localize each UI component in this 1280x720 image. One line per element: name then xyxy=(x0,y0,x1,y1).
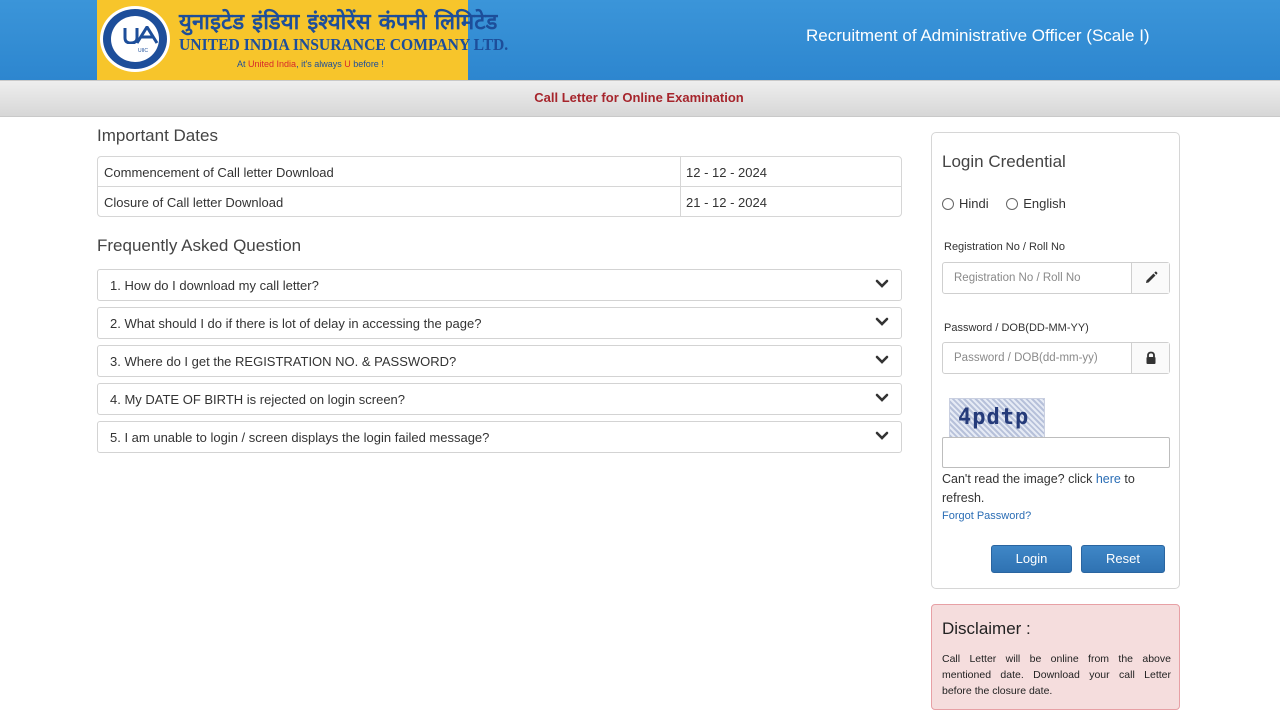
date-label: Commencement of Call letter Download xyxy=(104,165,334,180)
language-label: English xyxy=(1023,196,1066,211)
faq-question: 3. Where do I get the REGISTRATION NO. &… xyxy=(110,354,457,369)
registration-addon xyxy=(1131,263,1169,293)
company-logo[interactable]: UIIC युनाइटेड इंडिया इंश्योरेंस कंपनी लि… xyxy=(97,0,508,80)
table-row: Commencement of Call letter Download 12 … xyxy=(98,157,901,187)
language-option-english[interactable]: English xyxy=(1006,196,1066,211)
subheader-bar: Call Letter for Online Examination xyxy=(0,80,1280,117)
language-label: Hindi xyxy=(959,196,989,211)
important-dates-heading: Important Dates xyxy=(97,126,218,145)
disclaimer-title: Disclaimer : xyxy=(942,619,1031,638)
faq-item[interactable]: 1. How do I download my call letter? xyxy=(97,269,902,301)
date-label: Closure of Call letter Download xyxy=(104,195,284,210)
captcha-image: 4pdtp xyxy=(949,398,1045,438)
disclaimer-box: Disclaimer : Call Letter will be online … xyxy=(931,604,1180,710)
faq-question: 1. How do I download my call letter? xyxy=(110,278,319,293)
company-name-english: UNITED INDIA INSURANCE COMPANY LTD. xyxy=(179,35,509,54)
faq-item[interactable]: 3. Where do I get the REGISTRATION NO. &… xyxy=(97,345,902,377)
company-name-hindi: युनाइटेड इंडिया इंश्योरेंस कंपनी लिमिटेड xyxy=(179,10,498,35)
faq-question: 4. My DATE OF BIRTH is rejected on login… xyxy=(110,392,406,407)
chevron-down-icon[interactable] xyxy=(875,315,889,329)
captcha-refresh-link[interactable]: here xyxy=(1096,472,1121,486)
pencil-icon xyxy=(1146,271,1158,283)
page-title: Recruitment of Administrative Officer (S… xyxy=(806,26,1150,45)
radio-button[interactable] xyxy=(942,198,954,210)
registration-label: Registration No / Roll No xyxy=(944,241,1066,253)
chevron-down-icon[interactable] xyxy=(875,391,889,405)
password-input[interactable] xyxy=(943,343,1132,373)
date-value: 12 - 12 - 2024 xyxy=(686,165,767,180)
faq-item[interactable]: 4. My DATE OF BIRTH is rejected on login… xyxy=(97,383,902,415)
password-label: Password / DOB(DD-MM-YY) xyxy=(944,322,1089,334)
language-selector: Hindi English xyxy=(942,196,1080,211)
subheader-title: Call Letter for Online Examination xyxy=(534,90,744,105)
chevron-down-icon[interactable] xyxy=(875,277,889,291)
captcha-input[interactable] xyxy=(942,437,1170,468)
registration-input[interactable] xyxy=(943,263,1132,293)
faq-item[interactable]: 5. I am unable to login / screen display… xyxy=(97,421,902,453)
captcha-help-text: Can't read the image? click here to refr… xyxy=(942,472,1135,505)
reset-button[interactable]: Reset xyxy=(1081,545,1165,573)
important-dates-table: Commencement of Call letter Download 12 … xyxy=(97,156,902,217)
language-option-hindi[interactable]: Hindi xyxy=(942,196,989,211)
table-row: Closure of Call letter Download 21 - 12 … xyxy=(98,186,901,217)
site-header: UIIC युनाइटेड इंडिया इंश्योरेंस कंपनी लि… xyxy=(0,0,1280,80)
emblem-caption: UIIC xyxy=(138,48,148,54)
faq-question: 5. I am unable to login / screen display… xyxy=(110,430,490,445)
radio-button[interactable] xyxy=(1006,198,1019,210)
company-tagline: At United India, it's always U before ! xyxy=(237,59,384,69)
captcha-text: 4pdtp xyxy=(958,405,1030,430)
login-button[interactable]: Login xyxy=(991,545,1072,573)
uia-monogram-icon xyxy=(123,26,159,44)
column-divider xyxy=(680,157,681,187)
column-divider xyxy=(680,187,681,217)
chevron-down-icon[interactable] xyxy=(875,429,889,443)
disclaimer-body: Call Letter will be online from the abov… xyxy=(942,653,1171,697)
date-value: 21 - 12 - 2024 xyxy=(686,195,767,210)
lock-icon xyxy=(1146,351,1156,364)
faq-item[interactable]: 2. What should I do if there is lot of d… xyxy=(97,307,902,339)
faq-heading: Frequently Asked Question xyxy=(97,236,302,255)
registration-input-group xyxy=(942,262,1170,294)
chevron-down-icon[interactable] xyxy=(875,353,889,367)
password-input-group xyxy=(942,342,1170,374)
faq-question: 2. What should I do if there is lot of d… xyxy=(110,316,482,331)
forgot-password-link[interactable]: Forgot Password? xyxy=(942,510,1031,522)
login-title: Login Credential xyxy=(942,152,1066,171)
login-panel: Login Credential Hindi English Registrat… xyxy=(931,132,1180,589)
password-addon xyxy=(1131,343,1169,373)
